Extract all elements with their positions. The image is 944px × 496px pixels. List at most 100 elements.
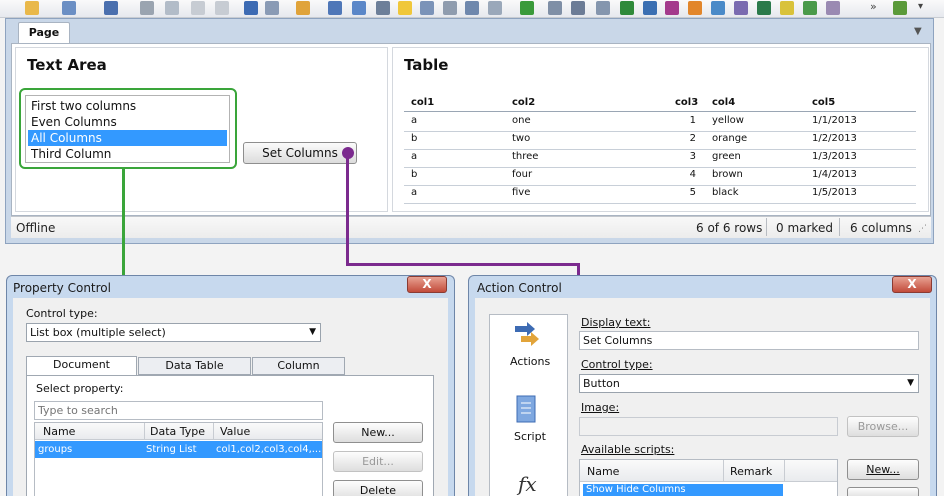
close-button[interactable]: X <box>892 276 932 293</box>
bookmark-icon[interactable] <box>420 1 434 15</box>
line-chart-icon[interactable] <box>643 1 657 15</box>
edit-script-button[interactable] <box>847 487 919 496</box>
3d-scatter-icon[interactable] <box>734 1 748 15</box>
display-text-label: Display text: <box>581 316 651 329</box>
property-search-input[interactable] <box>34 401 323 420</box>
undo-icon[interactable] <box>244 1 258 15</box>
control-type-select[interactable]: List box (multiple select) ▼ <box>26 323 321 342</box>
column-header[interactable]: col2 <box>512 97 535 108</box>
table-cell[interactable]: a <box>411 151 417 162</box>
tag-icon[interactable] <box>398 1 412 15</box>
table-cell[interactable]: orange <box>712 133 747 144</box>
table-cell[interactable]: 1/2/2013 <box>812 133 857 144</box>
actions-arrows-icon[interactable] <box>513 320 541 350</box>
display-text-input[interactable]: Set Columns <box>579 331 919 350</box>
table-cell[interactable]: a <box>411 187 417 198</box>
tab-document-properties[interactable]: Document Properties <box>26 356 137 387</box>
status-marked-count: 0 marked <box>776 221 833 235</box>
data-icon[interactable] <box>488 1 502 15</box>
heatmap-icon[interactable] <box>803 1 817 15</box>
sum-icon[interactable] <box>571 1 585 15</box>
map-icon[interactable] <box>757 1 771 15</box>
bar-chart-icon[interactable] <box>620 1 634 15</box>
filter-icon[interactable] <box>328 1 342 15</box>
table-cell[interactable]: 1/3/2013 <box>812 151 857 162</box>
sidebar-item-script[interactable]: Script <box>514 430 546 443</box>
new-property-button[interactable]: New... <box>333 422 423 443</box>
table-cell[interactable]: three <box>512 151 538 162</box>
resize-grip-icon[interactable]: ⋰ <box>918 224 927 234</box>
table-cell[interactable]: five <box>512 187 530 198</box>
combo-chart-icon[interactable] <box>665 1 679 15</box>
sidebar-item-actions[interactable]: Actions <box>510 355 550 368</box>
control-type-select[interactable]: Button ▼ <box>579 374 919 393</box>
grid-header-type[interactable]: Data Type <box>150 425 205 438</box>
table-cell[interactable]: b <box>411 169 417 180</box>
table-cell[interactable]: 1 <box>640 115 696 126</box>
script-scroll-icon[interactable] <box>514 394 538 424</box>
column-header[interactable]: col5 <box>812 97 835 108</box>
details-icon[interactable] <box>443 1 457 15</box>
table-cell[interactable]: 1/4/2013 <box>812 169 857 180</box>
table-cell[interactable]: four <box>512 169 532 180</box>
new-script-button[interactable]: New... <box>847 459 919 480</box>
table-cell[interactable]: one <box>512 115 531 126</box>
crosstable-icon[interactable] <box>596 1 610 15</box>
table-cell[interactable]: yellow <box>712 115 744 126</box>
paste-icon[interactable] <box>215 1 229 15</box>
layout-icon[interactable] <box>376 1 390 15</box>
property-type: String List <box>146 444 197 455</box>
overflow-chevron-icon[interactable]: » <box>870 1 880 15</box>
save-icon[interactable] <box>62 1 76 15</box>
disk-icon[interactable] <box>104 1 118 15</box>
grid-header-value[interactable]: Value <box>220 425 250 438</box>
parallel-icon[interactable] <box>826 1 840 15</box>
table-cell[interactable]: brown <box>712 169 743 180</box>
column-header[interactable]: col4 <box>712 97 735 108</box>
text-area-title: Text Area <box>27 56 107 74</box>
export-icon[interactable] <box>165 1 179 15</box>
grid-header-name[interactable]: Name <box>587 465 619 478</box>
image-path-input[interactable] <box>579 417 838 436</box>
table-cell[interactable]: 1/1/2013 <box>812 115 857 126</box>
refresh-icon[interactable] <box>296 1 310 15</box>
pie-chart-icon[interactable] <box>688 1 702 15</box>
people-icon[interactable] <box>465 1 479 15</box>
table-cell[interactable]: b <box>411 133 417 144</box>
column-header[interactable]: col1 <box>411 97 434 108</box>
table-cell[interactable]: green <box>712 151 741 162</box>
scatter-icon[interactable] <box>711 1 725 15</box>
redo-icon[interactable] <box>265 1 279 15</box>
column-header[interactable]: col3 <box>675 97 698 108</box>
table-cell[interactable]: 4 <box>640 169 696 180</box>
help-icon[interactable] <box>893 1 907 15</box>
open-folder-icon[interactable] <box>25 1 39 15</box>
browse-button[interactable]: Browse... <box>847 416 919 437</box>
copy-icon[interactable] <box>191 1 205 15</box>
table-cell[interactable]: two <box>512 133 530 144</box>
list-item[interactable]: Show Hide Columns <box>583 484 783 496</box>
grid-header-remark[interactable]: Remark <box>730 465 772 478</box>
tab-column-properties[interactable]: Column Properties <box>252 357 345 388</box>
function-fx-icon[interactable]: fx <box>518 472 537 496</box>
tab-menu-chevron-icon[interactable]: ▼ <box>914 26 926 37</box>
table-cell[interactable]: black <box>712 187 739 198</box>
close-button[interactable]: X <box>407 276 447 293</box>
table-cell[interactable]: 2 <box>640 133 696 144</box>
delete-property-button[interactable]: Delete <box>333 480 423 496</box>
table-cell[interactable]: a <box>411 115 417 126</box>
zoom-icon[interactable] <box>352 1 366 15</box>
table-icon[interactable] <box>548 1 562 15</box>
treemap-icon[interactable] <box>780 1 794 15</box>
set-columns-button[interactable]: Set Columns <box>243 142 357 164</box>
grid-header-name[interactable]: Name <box>43 425 75 438</box>
toolbar-dropdown-icon[interactable]: ▾ <box>918 1 928 15</box>
tab-data-table-properties[interactable]: Data Table Properties <box>138 357 251 388</box>
add-icon[interactable] <box>520 1 534 15</box>
edit-property-button[interactable]: Edit... <box>333 451 423 472</box>
print-icon[interactable] <box>140 1 154 15</box>
tab-page[interactable]: Page <box>18 22 70 44</box>
table-cell[interactable]: 3 <box>640 151 696 162</box>
table-cell[interactable]: 1/5/2013 <box>812 187 857 198</box>
table-cell[interactable]: 5 <box>640 187 696 198</box>
